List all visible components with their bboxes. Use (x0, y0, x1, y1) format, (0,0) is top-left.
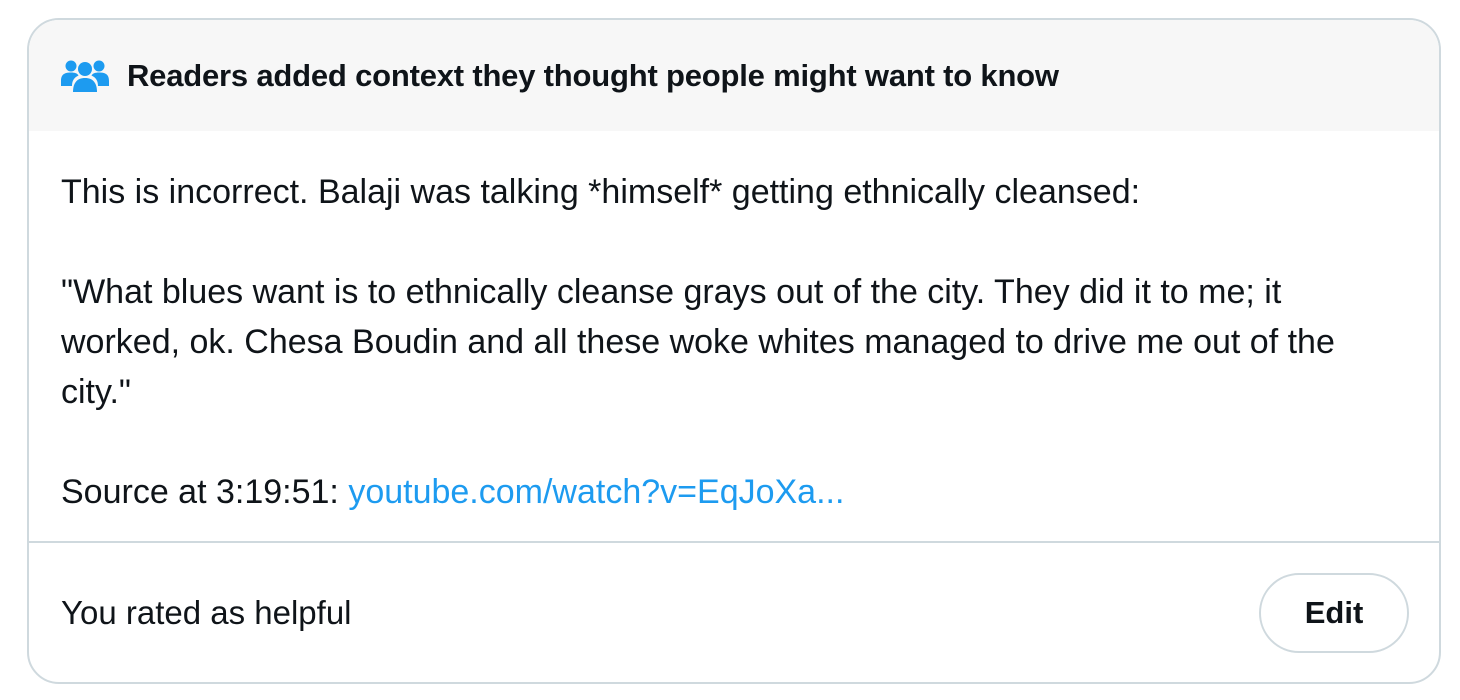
note-body: This is incorrect. Balaji was talking *h… (29, 131, 1439, 541)
source-prefix-text: Source at 3:19:51: (61, 473, 349, 511)
source-link[interactable]: youtube.com/watch?v=EqJoXa... (348, 473, 844, 511)
people-group-icon (61, 58, 109, 94)
rating-status-text: You rated as helpful (61, 593, 352, 631)
note-header-title: Readers added context they thought peopl… (127, 57, 1059, 93)
edit-button[interactable]: Edit (1259, 572, 1409, 653)
note-header: Readers added context they thought peopl… (29, 20, 1439, 131)
note-quote-text: "What blues want is to ethnically cleans… (61, 273, 1335, 411)
note-footer: You rated as helpful Edit (29, 543, 1439, 682)
note-intro-text: This is incorrect. Balaji was talking *h… (61, 173, 1141, 211)
note-source-line: Source at 3:19:51: youtube.com/watch?v=E… (61, 467, 1407, 517)
community-note-card: Readers added context they thought peopl… (27, 18, 1441, 684)
